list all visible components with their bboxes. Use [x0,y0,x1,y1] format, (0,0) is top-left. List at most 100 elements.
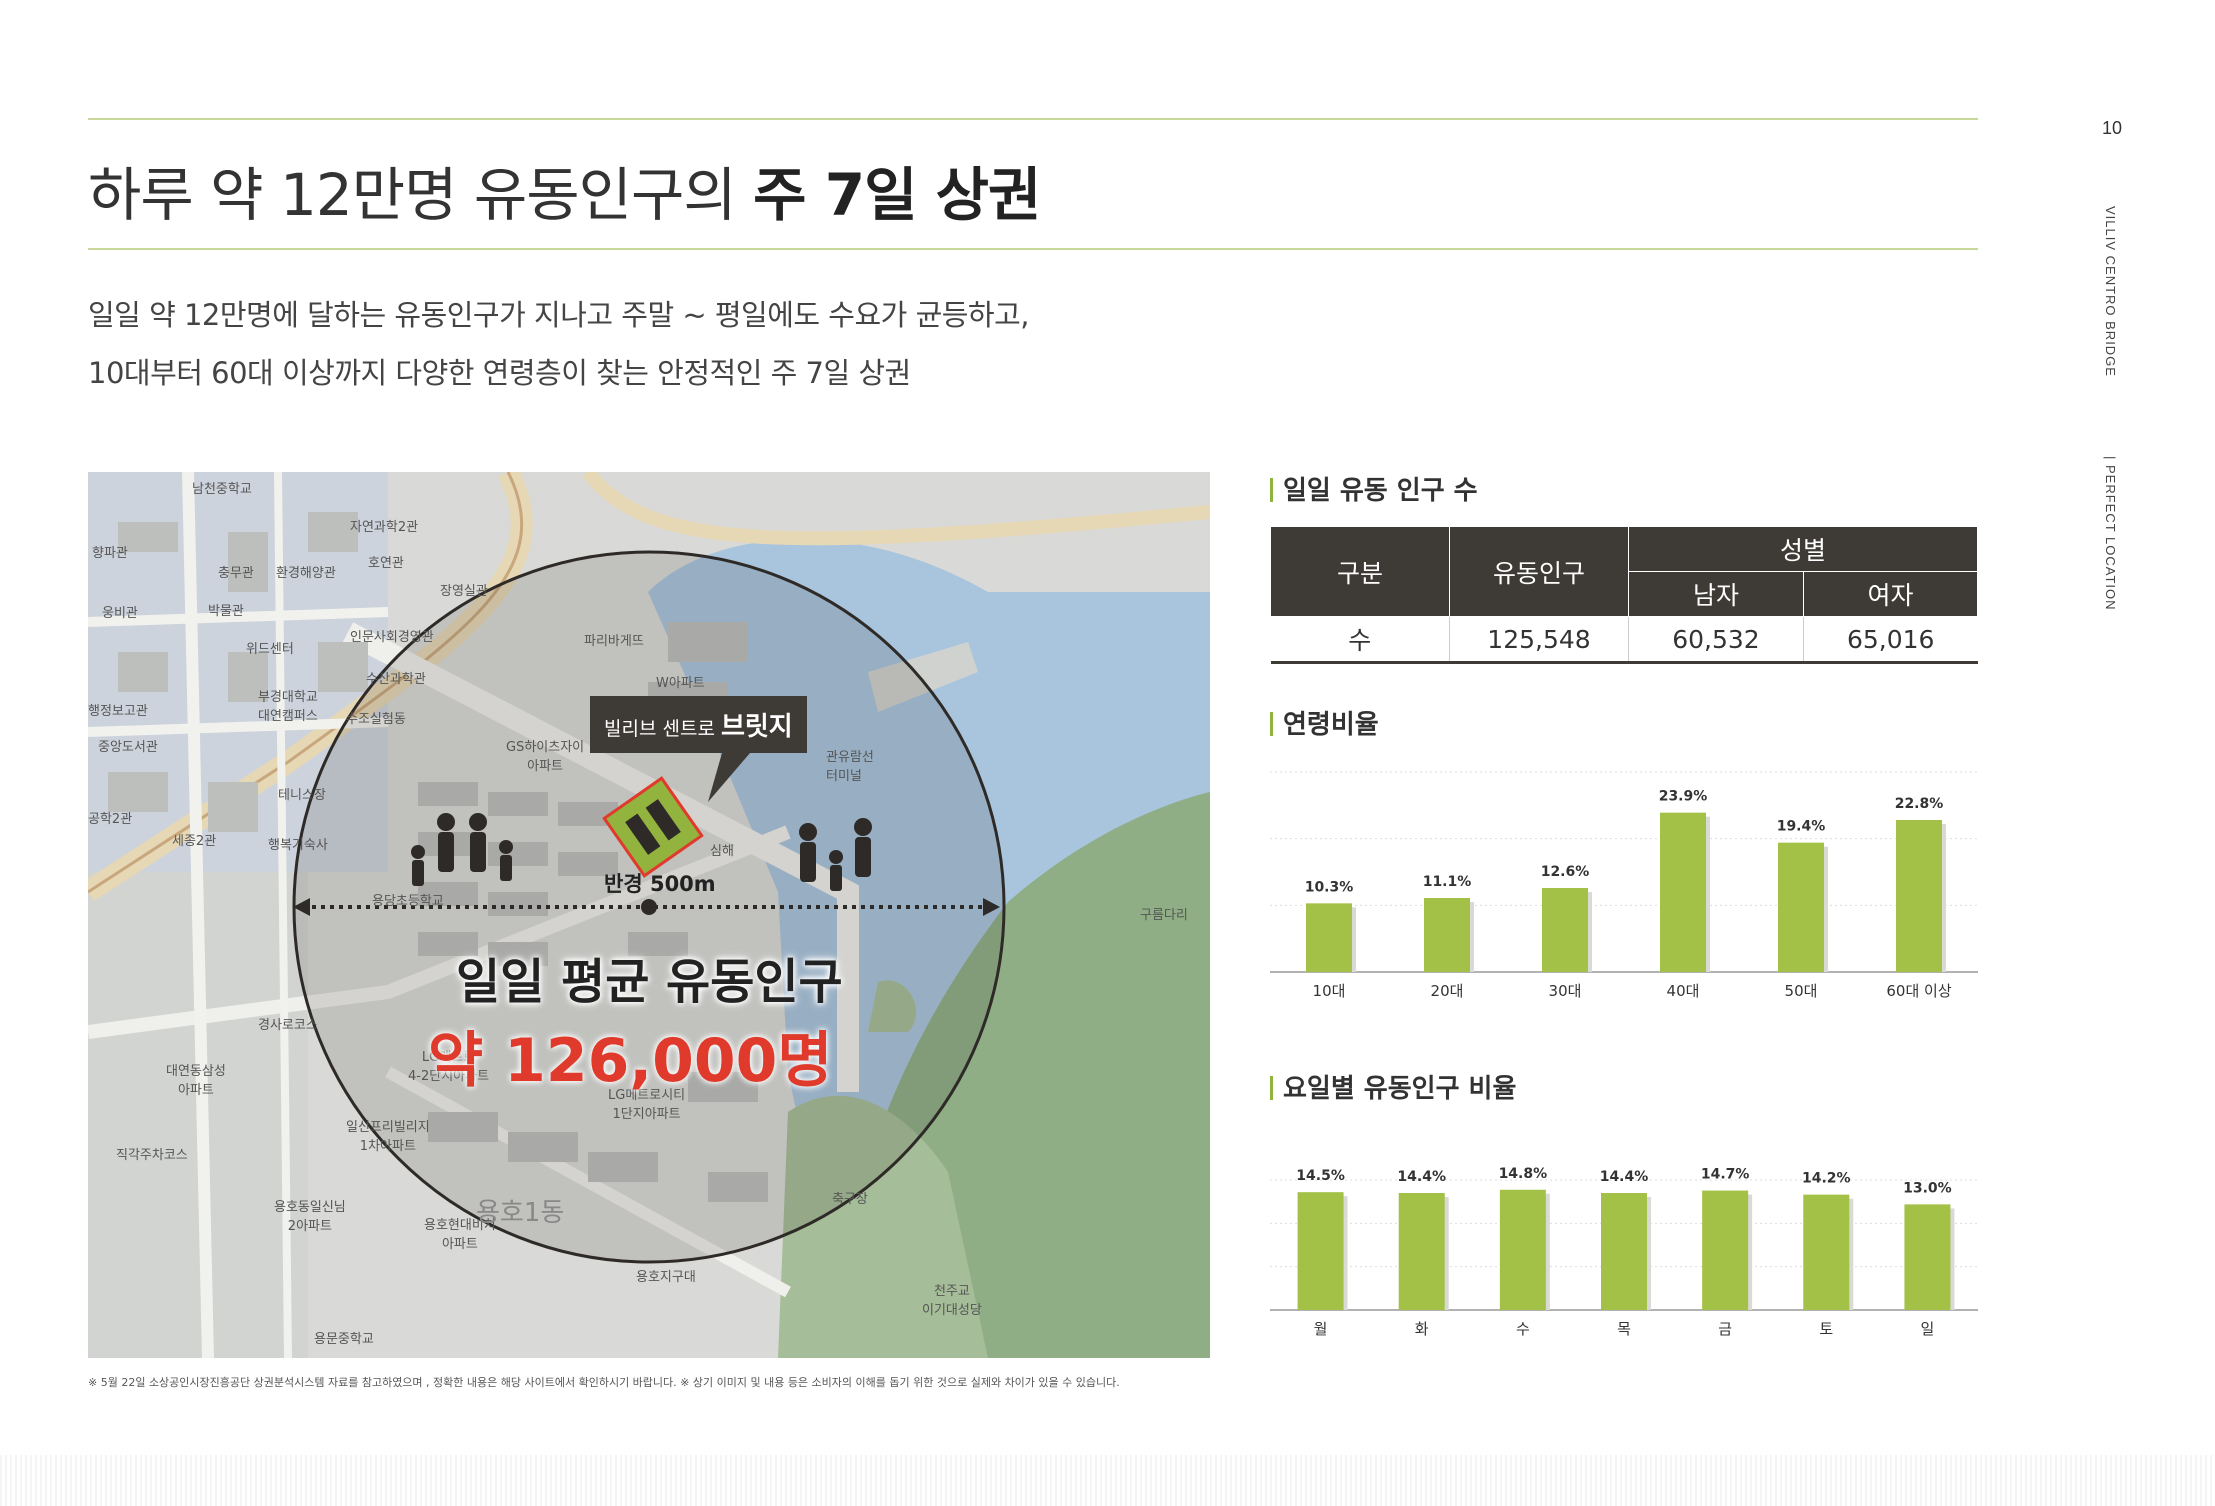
top-rule [88,118,1978,120]
subtitle-line1: 일일 약 12만명에 달하는 유동인구가 지나고 주말 ~ 평일에도 수요가 균… [88,298,1030,332]
chart-data-label: 14.4% [1397,1169,1446,1185]
map-label: 용호동일신님 2아파트 [274,1200,346,1234]
chart-tick-label: 40대 [1667,982,1700,1000]
map-label: 환경해양관 [276,566,336,581]
section-title-age: 연령비율 [1270,704,1379,741]
th-gender: 성별 [1628,526,1978,572]
chart-bar [1904,1204,1951,1310]
map-label: 웅비관 [102,606,138,621]
map-base [88,472,1210,1358]
location-map: 남천중학교 향파관 자연과학2관 충무관 환경해양관 호연관 웅비관 박물관 장… [88,472,1210,1358]
map-label: 위드센터 [246,642,294,657]
map-label: 남천중학교 [192,482,252,497]
chart-tick-label: 30대 [1549,982,1582,1000]
weekday-chart: 14.5% 월 14.4% 화 14.8% 수 14.4% 목 14.7% 금 14.2% 토 13.0… [1270,1166,1978,1338]
th-female: 여자 [1802,571,1979,617]
daily-population-table: 구분 유동인구 성별 남자 여자 수 125,548 60,532 65,016 [1270,526,1979,664]
chart-tick-label: 일 [1921,1320,1935,1338]
chart-tick-label: 10대 [1313,982,1346,1000]
chart-bar [1601,1193,1647,1310]
map-label: W아파트 [656,676,705,691]
chart-data-label: 19.4% [1777,819,1826,835]
chart-data-label: 10.3% [1305,879,1354,895]
chart-data-label: 12.6% [1541,864,1590,880]
footnote: ※ 5월 22일 소상공인시장진흥공단 상권분석시스템 자료를 참고하였으며 ,… [88,1376,1120,1389]
title-light: 하루 약 12만명 유동인구의 [88,161,737,229]
section-title-daily: 일일 유동 인구 수 [1270,470,1478,507]
chart-data-label: 22.8% [1895,796,1944,812]
map-label: 천주교 이기대성당 [922,1284,982,1318]
map-label: 수산과학관 [366,672,426,687]
chart-data-label: 13.0% [1903,1180,1952,1196]
chart-bar [1778,842,1824,972]
age-chart: 10.3% 10대 11.1% 20대 12.6% 30대 23.9% 40대 19.4% 50대… [1270,771,1978,1000]
chart-tick-label: 20대 [1431,982,1464,1000]
chart-bar [1896,820,1942,972]
site-badge: 빌리브 센트로 브릿지 [590,696,807,753]
td-male: 60,532 [1628,616,1804,664]
chart-tick-label: 월 [1314,1320,1328,1338]
site-badge-prefix: 빌리브 센트로 [604,718,715,740]
map-label: 행정보고관 [88,704,148,719]
chart-tick-label: 금 [1718,1320,1732,1338]
chart-bar [1306,903,1352,972]
chart-tick-label: 수 [1516,1320,1530,1338]
map-headline-value: 약 126,000명 [428,1026,833,1096]
map-label: 박물관 [208,604,244,619]
section-title-weekday: 요일별 유동인구 비율 [1270,1068,1516,1105]
map-label: 공학2관 [88,812,133,827]
chart-bar [1424,898,1470,972]
page-number: 10 [2102,118,2123,138]
side-section: | PERFECT LOCATION [2103,456,2118,611]
map-label: 테니스장 [278,788,326,803]
map-label: GS하이츠자이 아파트 [506,740,585,774]
map-label: 경사로코스 [258,1018,318,1033]
map-label: 파리바게뜨 [584,634,644,649]
chart-data-label: 14.7% [1701,1167,1750,1183]
map-label: 축구장 [832,1192,868,1207]
chart-bar [1660,812,1706,972]
td-female: 65,016 [1802,616,1978,664]
chart-data-label: 23.9% [1659,789,1708,805]
map-label: 행복기숙사 [268,838,328,853]
title-rule [88,248,1978,250]
site-badge-name: 브릿지 [720,712,793,742]
chart-tick-label: 화 [1415,1320,1429,1338]
map-label: 호연관 [368,556,404,571]
chart-data-label: 14.2% [1802,1171,1851,1187]
map-headline: 일일 평균 유동인구 [456,954,843,1010]
map-label: 관유람선 터미널 [826,750,874,784]
th-male: 남자 [1628,571,1804,617]
chart-bar [1803,1194,1850,1310]
chart-bar [1542,888,1588,972]
map-label: 수조실험동 [346,712,406,727]
map-label: 일신프리빌리지 1차아파트 [346,1120,430,1154]
chart-bar [1297,1192,1344,1310]
side-brand: VILLIV CENTRO BRIDGE [2103,206,2118,377]
map-label: 인문사회경영관 [350,630,434,645]
chart-data-label: 14.4% [1600,1169,1649,1185]
subtitle-line2: 10대부터 60대 이상까지 다양한 연령층이 찾는 안정적인 주 7일 상권 [88,356,911,390]
chart-bar [1398,1193,1445,1310]
map-label: 용호지구대 [636,1270,696,1285]
table-row: 수 125,548 60,532 65,016 [1270,616,1978,664]
map-label: 용호1동 [476,1198,565,1228]
map-label: 심해 [710,844,734,859]
chart-data-label: 14.8% [1499,1166,1548,1182]
map-label: 부경대학교 대연캠퍼스 [258,690,318,724]
map-label: 장영실관 [440,584,488,599]
map-label: 용문중학교 [314,1332,374,1347]
map-label: 중앙도서관 [98,740,158,755]
map-label: 대연동삼성 아파트 [166,1064,226,1098]
map-label: 용당초등학교 [372,894,444,909]
chart-tick-label: 토 [1819,1320,1833,1338]
page-title: 하루 약 12만명 유동인구의 주 7일 상권 [88,148,1041,232]
map-label: 향파관 [92,546,128,561]
th-population: 유동인구 [1449,526,1629,617]
map-label: 충무관 [218,566,254,581]
title-bold: 주 7일 상권 [753,161,1041,229]
map-label: 자연과학2관 [350,520,419,535]
th-category: 구분 [1270,526,1450,617]
chart-tick-label: 50대 [1785,982,1818,1000]
chart-tick-label: 60대 이상 [1886,982,1951,1000]
